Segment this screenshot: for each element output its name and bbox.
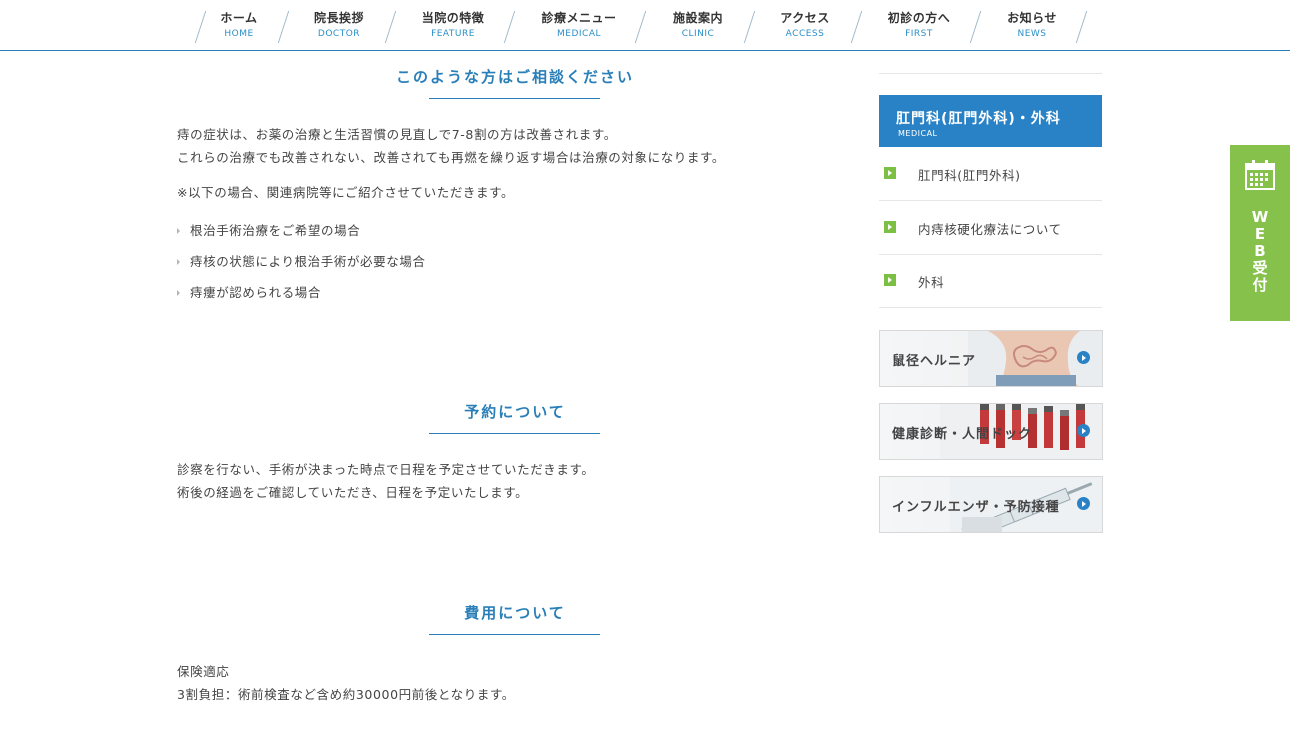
bullet-marker-icon bbox=[177, 258, 180, 265]
nav-label-en: MEDICAL bbox=[557, 29, 601, 39]
nav-label-en: HOME bbox=[224, 29, 254, 39]
banner-influenza[interactable]: インフルエンザ・予防接種 bbox=[879, 476, 1103, 533]
list-item-text: 痔瘻が認められる場合 bbox=[190, 285, 322, 300]
sidebar-heading-subtitle: MEDICAL bbox=[898, 129, 938, 138]
nav-label-en: CLINIC bbox=[681, 29, 715, 39]
nav-item-feature[interactable]: 当院の特徴 FEATURE bbox=[398, 9, 508, 39]
section-title-underline bbox=[429, 634, 600, 635]
sidebar-link-label: 肛門科(肛門外科) bbox=[918, 168, 1021, 183]
sidebar-heading: 肛門科(肛門外科)・外科 MEDICAL bbox=[879, 95, 1102, 147]
sidebar-heading-title: 肛門科(肛門外科)・外科 bbox=[896, 111, 1061, 127]
global-nav: ホーム HOME 院長挨拶 DOCTOR 当院の特徴 FEATURE 診療メニュ… bbox=[0, 0, 1290, 51]
nav-label-jp: 院長挨拶 bbox=[313, 11, 364, 25]
nav-label-en: FIRST bbox=[905, 29, 933, 39]
sidebar-link-label: 外科 bbox=[918, 275, 945, 290]
nav-item-access[interactable]: アクセス ACCESS bbox=[750, 9, 860, 39]
section-title-underline bbox=[429, 433, 600, 434]
list-item-text: 根治手術治療をご希望の場合 bbox=[190, 223, 361, 238]
cost-text-line-2: 3割負担：術前検査など含め約30000円前後となります。 bbox=[177, 687, 515, 702]
section-title-reservation: 予約について bbox=[464, 403, 566, 421]
section-title-consult: このような方はご相談ください bbox=[395, 68, 634, 86]
banner-label: 健康診断・人間ドック bbox=[892, 427, 1033, 442]
list-item-text: 痔核の状態により根治手術が必要な場合 bbox=[190, 254, 426, 269]
nav-item-home[interactable]: ホーム HOME bbox=[184, 9, 294, 39]
nav-label-jp: 施設案内 bbox=[672, 11, 723, 25]
consult-note: ※以下の場合、関連病院等にご紹介させていただきます。 bbox=[177, 185, 515, 200]
consult-text-line-2: これらの治療でも改善されない、改善されても再燃を繰り返す場合は治療の対象になりま… bbox=[177, 150, 725, 165]
banner-hernia[interactable]: 鼠径ヘルニア bbox=[879, 330, 1103, 387]
sidebar-link-proctology[interactable]: 肛門科(肛門外科) bbox=[879, 147, 1102, 201]
banner-label: 鼠径ヘルニア bbox=[892, 354, 977, 369]
nav-label-jp: 診療メニュー bbox=[541, 11, 617, 25]
reservation-text-line-1: 診察を行ない、手術が決まった時点で日程を予定させていただきます。 bbox=[177, 462, 595, 477]
reservation-text-line-2: 術後の経過をご確認していただき、日程を予定いたします。 bbox=[177, 485, 529, 500]
list-item: 痔瘻が認められる場合 bbox=[177, 282, 321, 301]
banner-label: インフルエンザ・予防接種 bbox=[892, 500, 1060, 515]
nav-label-jp: 当院の特徴 bbox=[421, 11, 485, 25]
nav-label-en: ACCESS bbox=[785, 29, 825, 39]
web-tab-char: 付 bbox=[1252, 276, 1268, 294]
nav-item-clinic[interactable]: 施設案内 CLINIC bbox=[643, 9, 753, 39]
web-tab-char: E bbox=[1254, 225, 1266, 243]
banner-health-check[interactable]: 健康診断・人間ドック bbox=[879, 403, 1103, 460]
section-title-underline bbox=[429, 98, 600, 99]
sidebar-link-sclerotherapy[interactable]: 内痔核硬化療法について bbox=[879, 201, 1102, 255]
section-title-cost: 費用について bbox=[464, 604, 566, 622]
nav-item-news[interactable]: お知らせ NEWS bbox=[977, 9, 1087, 39]
web-tab-char: W bbox=[1251, 208, 1269, 226]
cost-text-line-1: 保険適応 bbox=[177, 664, 230, 679]
nav-label-jp: 初診の方へ bbox=[887, 11, 951, 25]
nav-label-en: NEWS bbox=[1017, 29, 1047, 39]
nav-item-medical[interactable]: 診療メニュー MEDICAL bbox=[524, 9, 634, 39]
chevron-right-icon bbox=[1077, 351, 1090, 364]
bullet-marker-icon bbox=[177, 227, 180, 234]
list-item: 根治手術治療をご希望の場合 bbox=[177, 220, 360, 239]
list-item: 痔核の状態により根治手術が必要な場合 bbox=[177, 251, 426, 270]
divider bbox=[879, 73, 1102, 74]
web-tab-char: 受 bbox=[1252, 259, 1268, 277]
consult-text-line-1: 痔の症状は、お薬の治療と生活習慣の見直しで7-8割の方は改善されます。 bbox=[177, 127, 617, 142]
web-reservation-tab[interactable]: W E B 受 付 bbox=[1230, 145, 1290, 321]
nav-label-en: FEATURE bbox=[431, 29, 475, 39]
chevron-right-icon bbox=[1077, 497, 1090, 510]
arrow-right-icon bbox=[884, 167, 896, 179]
nav-item-first[interactable]: 初診の方へ FIRST bbox=[864, 9, 974, 39]
calendar-icon bbox=[1245, 160, 1275, 190]
sidebar-link-surgery[interactable]: 外科 bbox=[879, 254, 1102, 308]
web-tab-char: B bbox=[1254, 242, 1266, 260]
nav-label-jp: ホーム bbox=[220, 11, 258, 25]
nav-label-jp: アクセス bbox=[780, 11, 830, 25]
arrow-right-icon bbox=[884, 221, 896, 233]
nav-label-en: DOCTOR bbox=[317, 29, 361, 39]
arrow-right-icon bbox=[884, 274, 896, 286]
bullet-marker-icon bbox=[177, 289, 180, 296]
chevron-right-icon bbox=[1077, 424, 1090, 437]
web-tab-label: W E B 受 付 bbox=[1230, 209, 1290, 294]
nav-item-doctor[interactable]: 院長挨拶 DOCTOR bbox=[284, 9, 394, 39]
nav-label-jp: お知らせ bbox=[1007, 11, 1057, 25]
sidebar-link-label: 内痔核硬化療法について bbox=[918, 222, 1062, 237]
